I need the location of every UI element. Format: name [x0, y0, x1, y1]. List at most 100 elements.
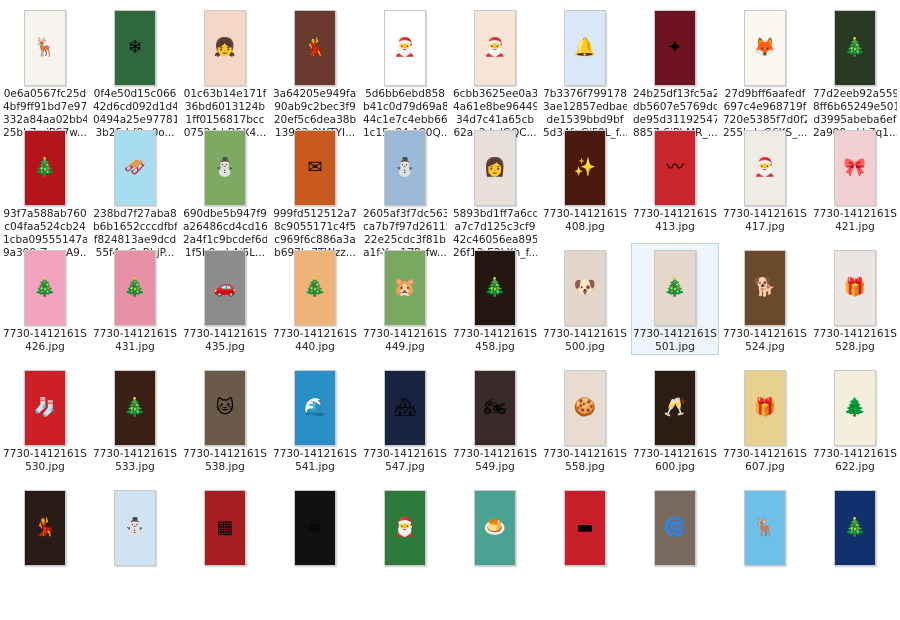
file-name-label [3, 568, 87, 620]
file-name-label [93, 568, 177, 620]
file-item[interactable]: 🥂 7730-1412161S 600.jpg [631, 363, 719, 475]
motorbike-santa-thumbnail-icon: 🏍 [474, 370, 516, 446]
fox-card-thumbnail-icon: 🦊 [744, 10, 786, 86]
spiral-shell-thumbnail-icon: 🌀 [654, 490, 696, 566]
file-item[interactable]: 〰 7730-1412161S 413.jpg [631, 123, 719, 235]
file-item[interactable]: 🎀 7730-1412161S 421.jpg [811, 123, 899, 235]
night-town-thumbnail-icon: 🏘 [384, 370, 426, 446]
cat-hat-thumbnail-icon: 🐱 [204, 370, 246, 446]
gift-boxes-thumbnail-icon: 🎁 [744, 370, 786, 446]
pink-tree-room-thumbnail-icon: 🎄 [114, 250, 156, 326]
green-card-thumbnail-icon: 🎅 [384, 490, 426, 566]
file-icon-grid: 🦌 0e6a0567fc25d 4bf9ff91bd7e97 332a84aa02… [0, 0, 900, 605]
file-name-label [453, 568, 537, 620]
rudolph-cartoon-thumbnail-icon: 🦌 [744, 490, 786, 566]
file-item[interactable]: 🍮 [451, 483, 539, 595]
cupcake-tree-thumbnail-icon: 🎄 [114, 370, 156, 446]
file-item[interactable]: 🎄 7730-1412161S 440.jpg [271, 243, 359, 355]
pink-tree-thumbnail-icon: 🎄 [24, 250, 66, 326]
bells-thumbnail-icon: 🔔 [564, 10, 606, 86]
file-item[interactable]: ☠ [271, 483, 359, 595]
cartoon-girl-thumbnail-icon: 👧 [204, 10, 246, 86]
file-item[interactable]: 🐕 7730-1412161S 524.jpg [721, 243, 809, 355]
file-item[interactable]: ⛄ 2605af3f7dc563 ca7b7f97d26115 22e25cdc3… [361, 123, 449, 259]
file-item[interactable]: ▬ [541, 483, 629, 595]
santa-girl-thumbnail-icon: 💃 [24, 490, 66, 566]
file-item[interactable]: 💃 [1, 483, 89, 595]
santa-woman-thumbnail-icon: 💃 [294, 10, 336, 86]
file-item[interactable]: 🎁 7730-1412161S 607.jpg [721, 363, 809, 475]
file-item[interactable]: ⛄ [91, 483, 179, 595]
red-tree-card-thumbnail-icon: 🎄 [24, 130, 66, 206]
orange-card-thumbnail-icon: ✉ [294, 130, 336, 206]
minion-thumbnail-icon: 🎅 [384, 10, 426, 86]
file-item[interactable]: ✉ 999fd512512a7 8c9055171c4f5 c969f6c886a… [271, 123, 359, 259]
file-item[interactable]: 🎅 6cbb3625ee0a3 4a61e8be96449 34d7c41a65c… [451, 3, 539, 139]
snowman-thumbnail-icon: ⛄ [204, 130, 246, 206]
file-item[interactable]: 🎄 7730-1412161S 458.jpg [451, 243, 539, 355]
bauble-thumbnail-icon: 🎄 [294, 250, 336, 326]
snow-scene-thumbnail-icon: ⛄ [384, 130, 426, 206]
file-item[interactable]: 🐹 7730-1412161S 449.jpg [361, 243, 449, 355]
red-socks-thumbnail-icon: 🧦 [24, 370, 66, 446]
file-item[interactable]: 🌲 7730-1412161S 622.jpg [811, 363, 899, 475]
file-name-label [183, 568, 267, 620]
file-item[interactable]: 🎅 7730-1412161S 417.jpg [721, 123, 809, 235]
bokeh-tree-thumbnail-icon: 🎄 [474, 250, 516, 326]
file-item[interactable]: 🧦 7730-1412161S 530.jpg [1, 363, 89, 475]
file-item[interactable]: 🎁 7730-1412161S 528.jpg [811, 243, 899, 355]
file-item[interactable]: ▦ [181, 483, 269, 595]
file-item[interactable]: 🎅 [361, 483, 449, 595]
file-name-label [813, 568, 897, 620]
file-item[interactable]: 🔔 7b3376f799178 3ae12857edbae de1539bbd9b… [541, 3, 629, 139]
file-item[interactable]: 🏍 7730-1412161S 549.jpg [451, 363, 539, 475]
santa-figure-thumbnail-icon: 🎅 [744, 130, 786, 206]
champagne-thumbnail-icon: 🥂 [654, 370, 696, 446]
star-tree-thumbnail-icon: 🎄 [834, 490, 876, 566]
file-item[interactable]: 🍪 7730-1412161S 558.jpg [541, 363, 629, 475]
file-item[interactable]: 🦌 [721, 483, 809, 595]
hanging-ornaments-thumbnail-icon: 🎁 [834, 250, 876, 326]
file-item[interactable]: 🌀 [631, 483, 719, 595]
small-tree-thumbnail-icon: 🎄 [654, 250, 696, 326]
file-item[interactable]: 👧 01c63b14e171f 36bd6013124b 1ff0156817bc… [181, 3, 269, 139]
file-name-label [363, 568, 447, 620]
file-item[interactable]: 🎄 77d2eeb92a559 8ff6b65249e501 d3995abeba… [811, 3, 899, 139]
file-item[interactable]: 🎄 7730-1412161S 501.jpg [631, 243, 719, 355]
file-item[interactable]: 🦊 27d9bff6aafedf 697c4e968719f 720e5385f7… [721, 3, 809, 139]
calendar-grid-thumbnail-icon: ▦ [204, 490, 246, 566]
file-name-label [723, 568, 807, 620]
teal-pudding-card-thumbnail-icon: 🍮 [474, 490, 516, 566]
file-item[interactable]: 🐱 7730-1412161S 538.jpg [181, 363, 269, 475]
skull-hat-thumbnail-icon: ☠ [294, 490, 336, 566]
santa-drawing-thumbnail-icon: 🎅 [474, 10, 516, 86]
file-item[interactable]: 🎅 5d6bb6ebd858 b41c0d79d69a8 44c1e7c4ebb6… [361, 3, 449, 139]
file-item[interactable]: ❄ 0f4e50d15c066 42d6cd092d1d4 0494a25e977… [91, 3, 179, 139]
file-name-label [543, 568, 627, 620]
file-item[interactable]: 👩 5893bd1ff7a6cd a7c7d125c3cf9 42c46056ea… [451, 123, 539, 259]
file-item[interactable]: 🎄 [811, 483, 899, 595]
mini-trees-thumbnail-icon: 🌲 [834, 370, 876, 446]
cartoon-sleigh-thumbnail-icon: 🛷 [114, 130, 156, 206]
file-item[interactable]: 🎄 93f7a588ab760 c04faa524cb24 1cba0955514… [1, 123, 89, 259]
file-item[interactable]: 🏘 7730-1412161S 547.jpg [361, 363, 449, 475]
file-item[interactable]: 🎄 7730-1412161S 426.jpg [1, 243, 89, 355]
snow-hill-thumbnail-icon: ⛄ [114, 490, 156, 566]
file-item[interactable]: ⛄ 690dbe5b947f9 a26486cd4cd16 2a4f1c9bcde… [181, 123, 269, 259]
file-item[interactable]: 🛷 238bd7f27aba8 b6b1652cccdfbf f824813ae9… [91, 123, 179, 259]
file-name-label [273, 568, 357, 620]
file-item[interactable]: 🎄 7730-1412161S 431.jpg [91, 243, 179, 355]
pink-ornaments-thumbnail-icon: 🎀 [834, 130, 876, 206]
file-item[interactable]: 🌊 7730-1412161S 541.jpg [271, 363, 359, 475]
reindeer-thumbnail-icon: 🦌 [24, 10, 66, 86]
file-item[interactable]: ✨ 7730-1412161S 408.jpg [541, 123, 629, 235]
snowflake-thumbnail-icon: ❄ [114, 10, 156, 86]
file-item[interactable]: 🎄 7730-1412161S 533.jpg [91, 363, 179, 475]
girl-tree-thumbnail-icon: 🎄 [834, 10, 876, 86]
file-item[interactable]: 🦌 0e6a0567fc25d 4bf9ff91bd7e97 332a84aa02… [1, 3, 89, 139]
file-item[interactable]: 🐶 7730-1412161S 500.jpg [541, 243, 629, 355]
file-item[interactable]: 🚗 7730-1412161S 435.jpg [181, 243, 269, 355]
file-item[interactable]: ✦ 24b25df13fc5a2 db5607e5769dc de95d31192… [631, 3, 719, 139]
guinea-pig-thumbnail-icon: 🐹 [384, 250, 426, 326]
file-item[interactable]: 💃 3a64205e949faf 90ab9c2bec3f9 20ef5c6dea… [271, 3, 359, 139]
